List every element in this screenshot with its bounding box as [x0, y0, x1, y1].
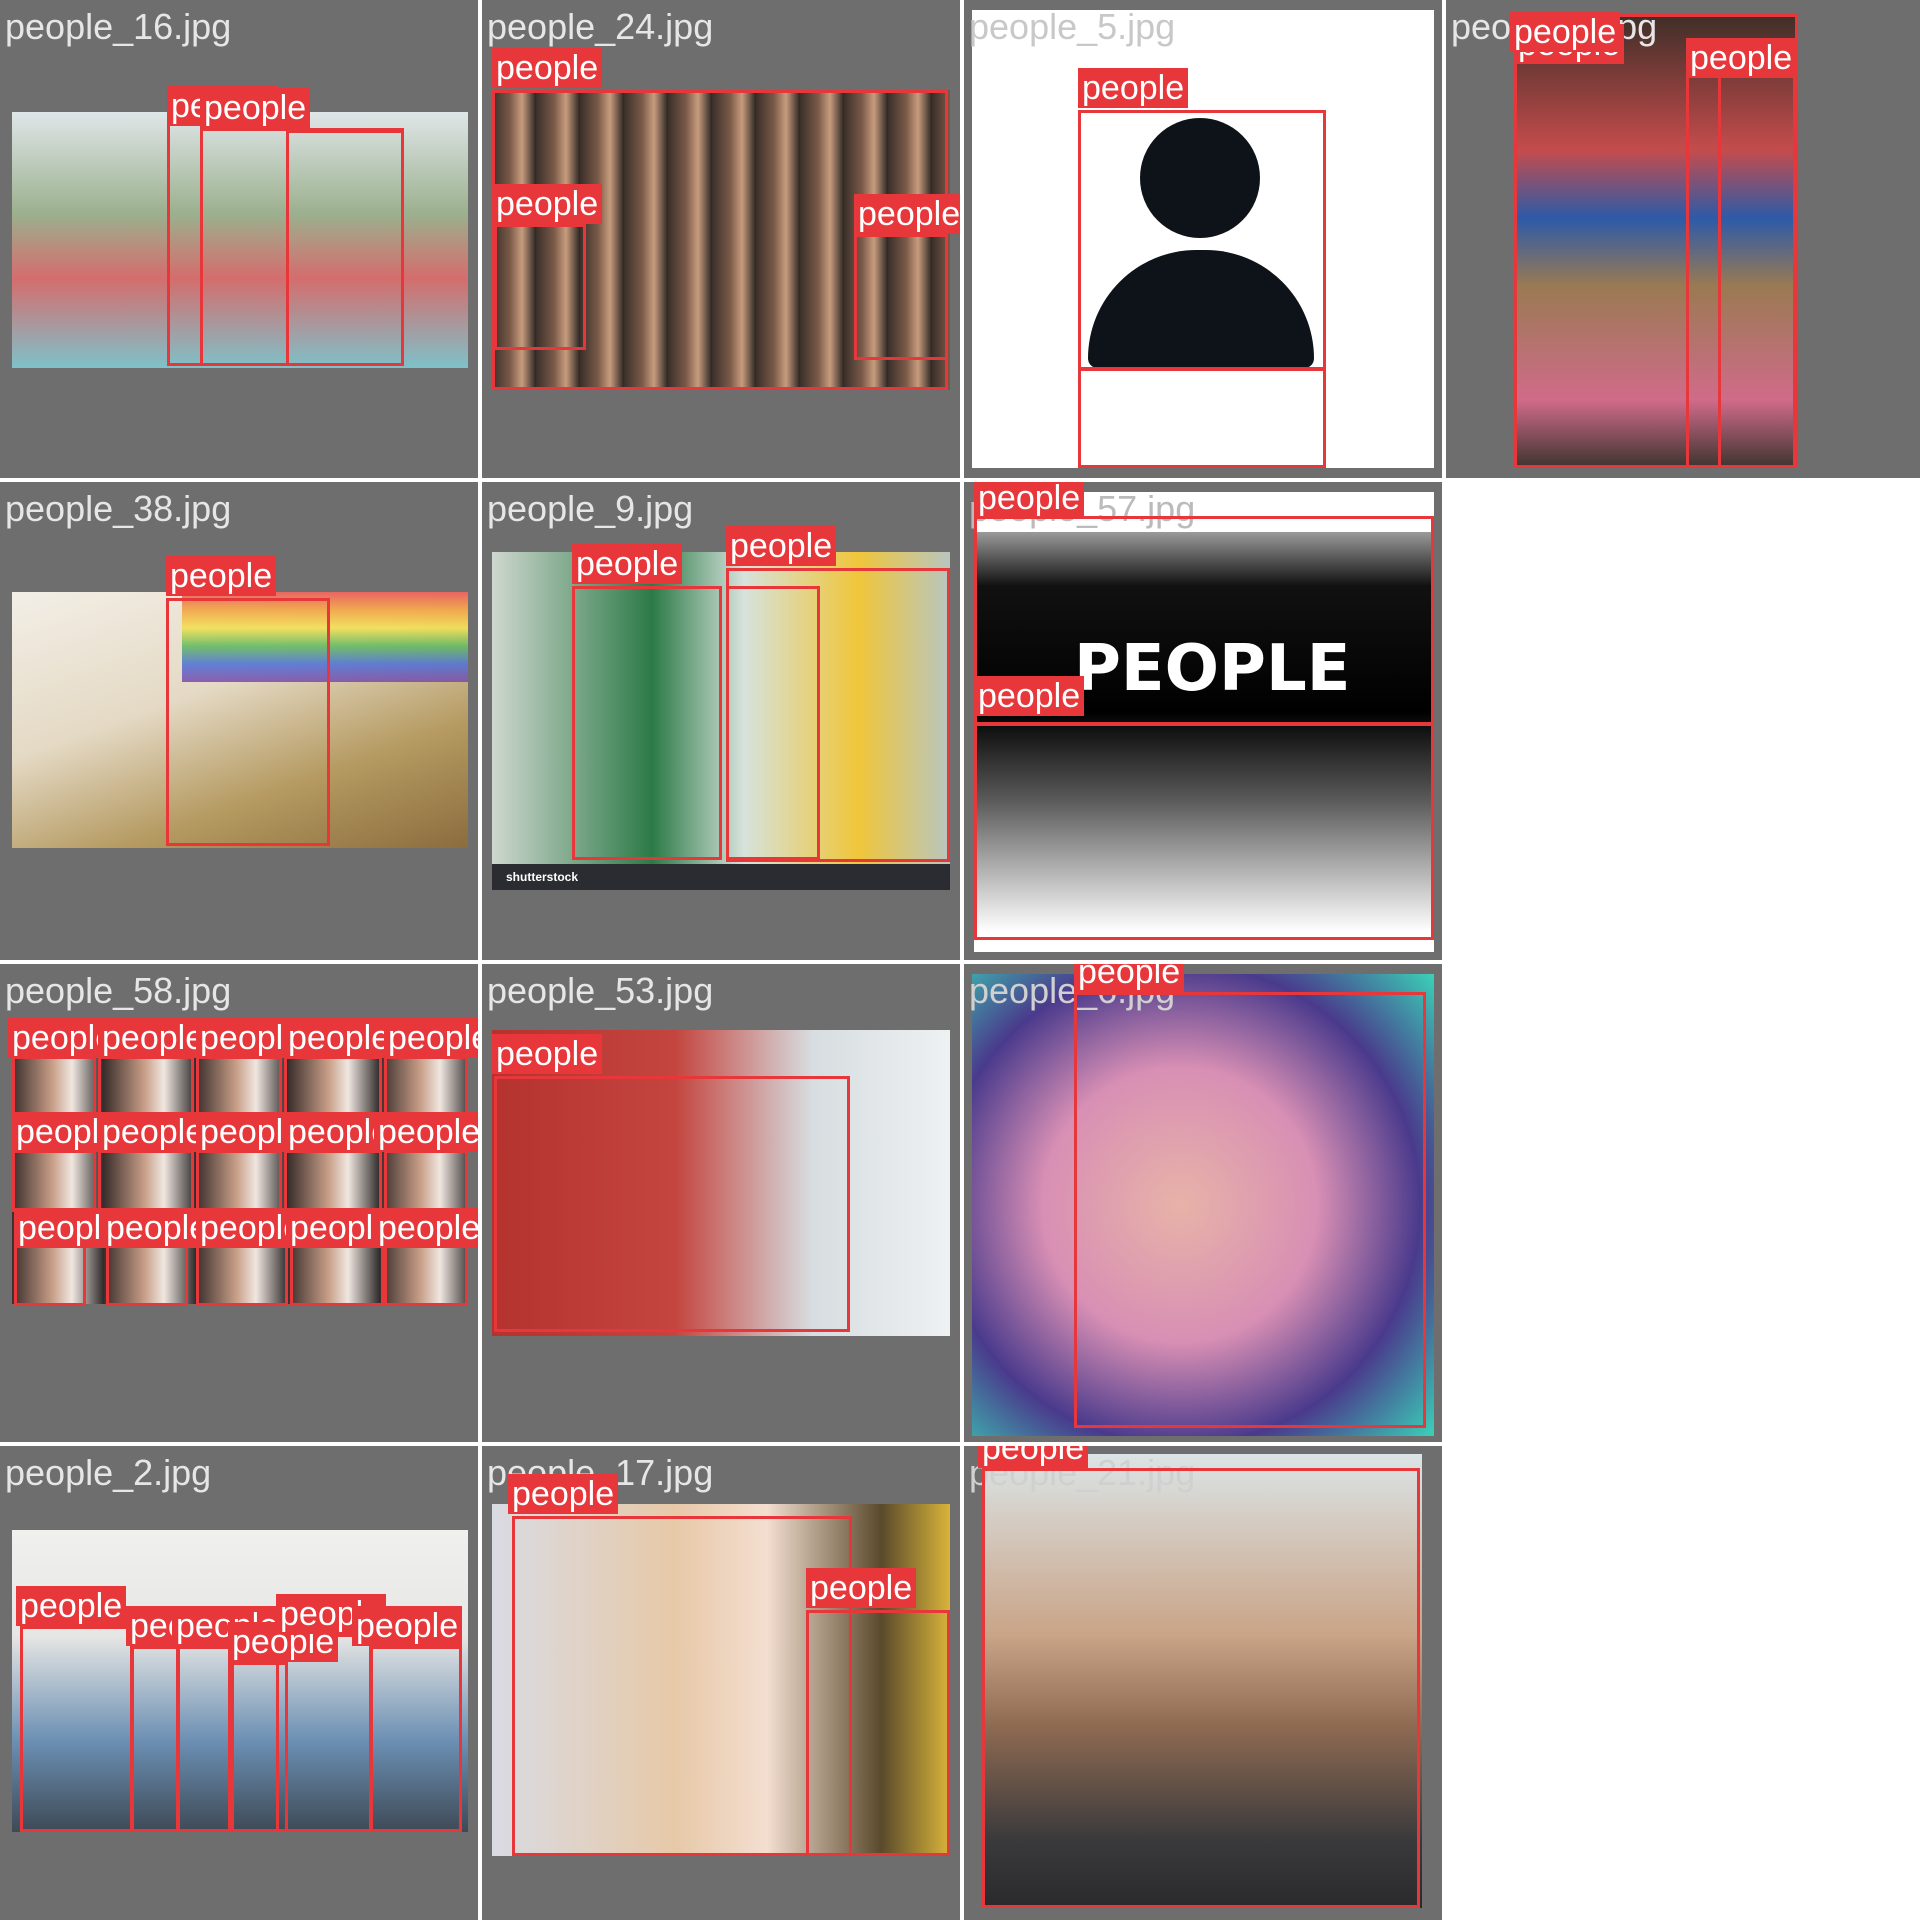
bounding-box — [98, 1056, 194, 1118]
file-name: people_16.jpg — [5, 6, 232, 47]
bounding-box — [290, 1240, 384, 1306]
bounding-box — [98, 1150, 194, 1212]
bounding-box — [12, 1056, 96, 1118]
bounding-box — [854, 234, 948, 360]
box-label: people — [1078, 68, 1189, 108]
file-name: people_38.jpg — [5, 488, 232, 529]
image-tile: PEOPLE people_57.jpg people people — [964, 482, 1442, 960]
image-tile: people_58.jpg people people people peopl… — [0, 964, 478, 1442]
box-label: people — [854, 194, 960, 234]
box-label: people — [98, 1018, 209, 1058]
bounding-box — [284, 1056, 382, 1118]
bounding-box — [176, 1646, 234, 1832]
bounding-box — [20, 1626, 134, 1832]
watermark: shutterstock — [506, 870, 579, 884]
box-label: people — [384, 1018, 478, 1058]
box-label: people — [974, 676, 1085, 716]
image-tile: people_5.jpg people — [964, 0, 1442, 478]
detection-mosaic: people_16.jpg people people people_24.jp… — [0, 0, 1920, 1920]
box-label: people — [806, 1568, 917, 1608]
bounding-box — [384, 1150, 468, 1212]
box-label: people — [98, 1112, 209, 1152]
bounding-box — [284, 1150, 382, 1212]
box-label: people — [16, 1586, 127, 1626]
bounding-box — [494, 1076, 850, 1332]
box-label: people — [572, 544, 683, 584]
bounding-box — [130, 1646, 180, 1832]
box-label: people — [1074, 964, 1185, 992]
image-tile: people_1.jpg people people people — [1446, 0, 1920, 478]
bounding-box — [494, 224, 586, 350]
image-tile: people_6.jpg people — [964, 964, 1442, 1442]
bounding-box — [1078, 110, 1326, 370]
image-tile: shutterstock people_9.jpg people people — [482, 482, 960, 960]
file-name: people_5.jpg — [969, 6, 1176, 47]
bounding-box — [196, 1150, 282, 1212]
box-label: people — [352, 1606, 463, 1646]
box-label: people — [726, 526, 837, 566]
bounding-box — [1718, 42, 1796, 468]
bounding-box — [384, 1240, 468, 1306]
bounding-box — [14, 1240, 86, 1306]
box-label: people — [374, 1112, 478, 1152]
bounding-box — [1078, 368, 1326, 468]
box-label: people — [508, 1474, 619, 1514]
bounding-box — [166, 598, 330, 846]
file-name: people_9.jpg — [487, 488, 694, 529]
box-label: people — [374, 1208, 478, 1248]
box-label: people — [492, 1034, 603, 1074]
file-name: people_58.jpg — [5, 970, 232, 1011]
file-name: people_2.jpg — [5, 1452, 212, 1493]
bounding-box — [726, 568, 950, 862]
box-label: people — [1686, 38, 1797, 78]
bounding-box — [982, 1468, 1420, 1908]
bounding-box — [370, 1646, 462, 1832]
bounding-box — [1074, 992, 1426, 1428]
bounding-box — [106, 1240, 188, 1306]
image-tile: people_16.jpg people people — [0, 0, 478, 478]
bounding-box — [276, 1634, 372, 1832]
bounding-box — [806, 1610, 950, 1856]
image-tile: people_17.jpg people people — [482, 1446, 960, 1920]
image-tile: people_24.jpg people people people — [482, 0, 960, 478]
image-tile: people_38.jpg people — [0, 482, 478, 960]
bounding-box — [512, 1516, 852, 1856]
bounding-box — [974, 722, 1434, 940]
bounding-box — [384, 1056, 468, 1118]
image-tile: people_2.jpg people people people people… — [0, 1446, 478, 1920]
bounding-box — [196, 1056, 282, 1118]
file-name: people_24.jpg — [487, 6, 714, 47]
box-label: people — [1510, 12, 1621, 52]
image-tile: people_21.jpg people — [964, 1446, 1442, 1920]
box-label: people — [974, 482, 1085, 518]
file-name: people_53.jpg — [487, 970, 714, 1011]
box-label: people — [166, 556, 277, 596]
box-label: people — [200, 88, 311, 128]
bounding-box — [196, 1240, 288, 1306]
box-label: people — [492, 184, 603, 224]
bounding-box — [572, 586, 722, 860]
box-label: people — [492, 48, 603, 88]
bounding-box — [286, 130, 404, 366]
box-label: people — [284, 1018, 395, 1058]
bounding-box — [12, 1150, 96, 1212]
image-tile: people_53.jpg people — [482, 964, 960, 1442]
box-label: people — [978, 1446, 1089, 1468]
